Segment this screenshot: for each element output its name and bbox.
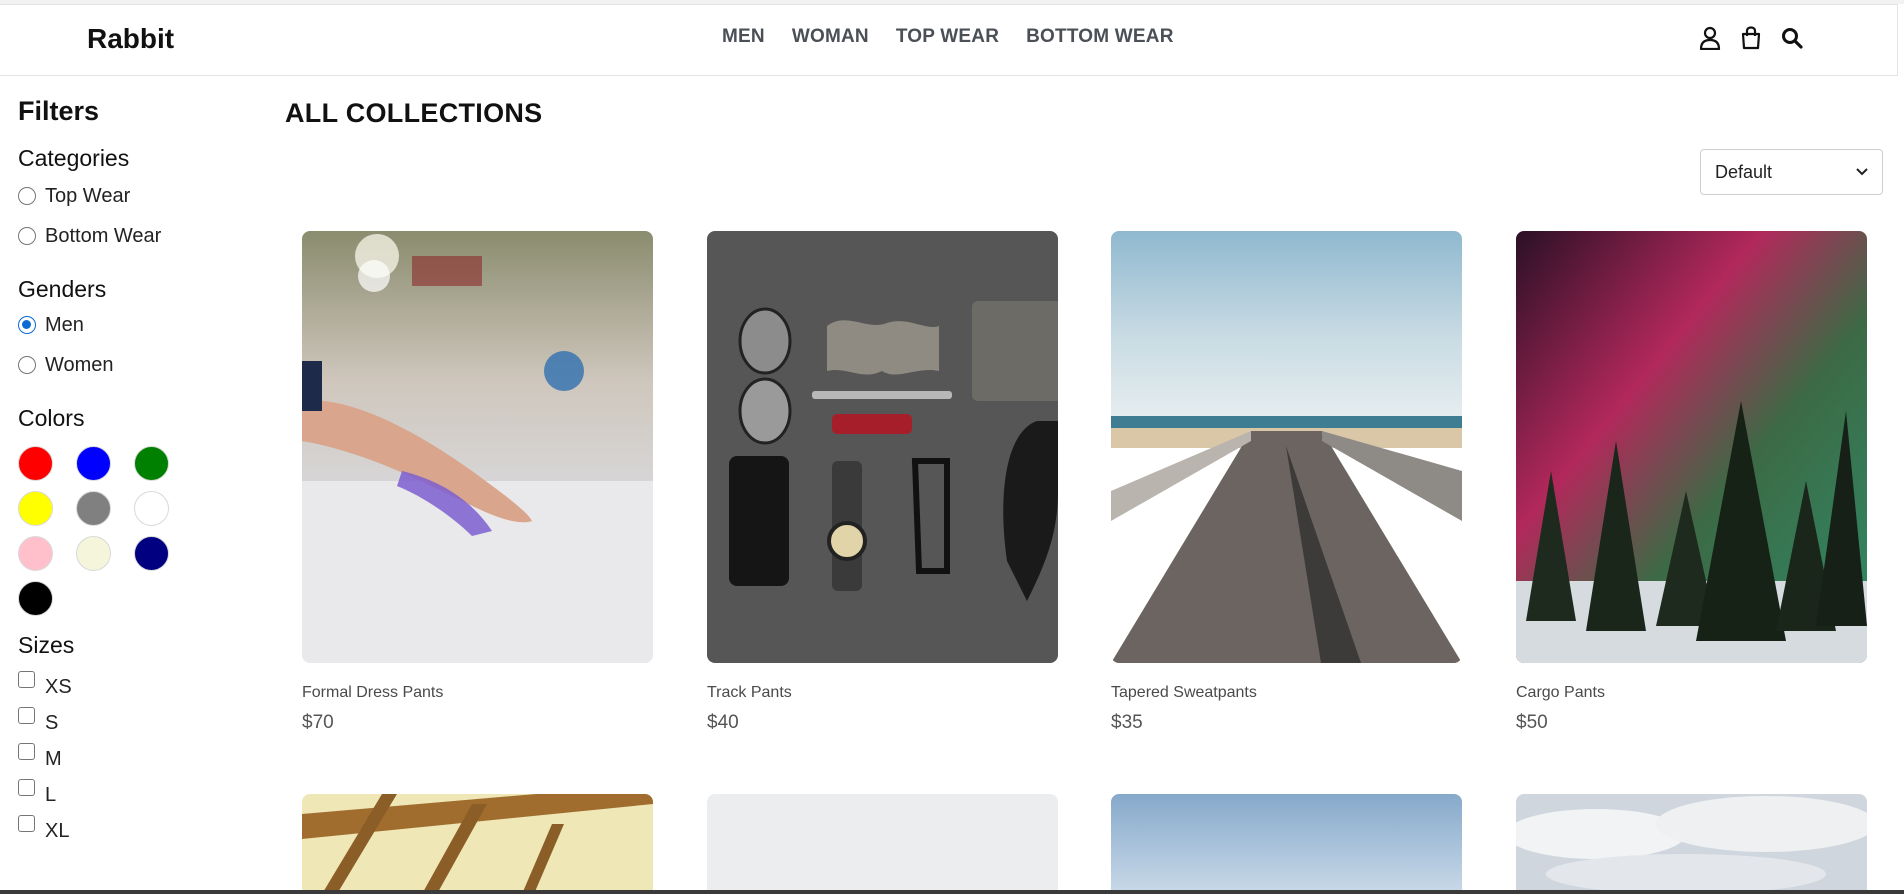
genders-title: Genders [18, 276, 107, 302]
chevron-down-icon [1856, 168, 1868, 176]
radio-icon[interactable] [18, 227, 36, 245]
filters-title: Filters [18, 96, 100, 126]
product-card[interactable]: Formal Dress Pants $70 [302, 231, 653, 734]
filters-sidebar: Filters Categories Top Wear Bottom Wear … [18, 96, 248, 849]
size-option-xl[interactable]: XL [18, 813, 248, 849]
product-image[interactable] [1111, 231, 1462, 663]
categories-title: Categories [18, 145, 130, 171]
checkbox-icon[interactable] [18, 671, 35, 688]
color-swatch-yellow[interactable] [18, 491, 53, 526]
search-icon[interactable] [1780, 25, 1804, 51]
product-name[interactable]: Formal Dress Pants [302, 684, 653, 702]
bag-icon[interactable] [1739, 25, 1763, 51]
nav-woman[interactable]: WOMAN [792, 26, 869, 48]
checkbox-icon[interactable] [18, 779, 35, 796]
nav-men[interactable]: MEN [722, 26, 765, 48]
nav-top-wear[interactable]: TOP WEAR [896, 26, 999, 48]
product-image[interactable] [1516, 794, 1867, 894]
sort-selected-label: Default [1715, 161, 1773, 182]
size-option-m[interactable]: M [18, 741, 248, 777]
product-name[interactable]: Track Pants [707, 684, 1058, 702]
sort-select[interactable]: Default [1700, 149, 1883, 195]
color-swatch-navy[interactable] [134, 536, 169, 571]
category-option-bottom-wear[interactable]: Bottom Wear [18, 216, 248, 256]
product-image[interactable] [302, 794, 653, 894]
colors-title: Colors [18, 405, 85, 431]
gender-option-women[interactable]: Women [18, 345, 248, 385]
radio-icon[interactable] [18, 187, 36, 205]
header-actions [1698, 25, 1804, 51]
product-image[interactable] [707, 794, 1058, 894]
user-icon[interactable] [1698, 25, 1722, 51]
product-image[interactable] [302, 231, 653, 663]
page-title: ALL COLLECTIONS [285, 98, 543, 128]
product-price: $35 [1111, 712, 1143, 733]
product-name[interactable]: Tapered Sweatpants [1111, 684, 1462, 702]
size-option-xs[interactable]: XS [18, 669, 248, 705]
color-swatch-beige[interactable] [76, 536, 111, 571]
color-swatch-pink[interactable] [18, 536, 53, 571]
checkbox-icon[interactable] [18, 707, 35, 724]
sizes-title: Sizes [18, 632, 75, 658]
checkbox-icon[interactable] [18, 815, 35, 832]
site-logo[interactable]: Rabbit [87, 23, 174, 55]
product-image[interactable] [707, 231, 1058, 663]
product-name[interactable]: Cargo Pants [1516, 684, 1867, 702]
radio-icon[interactable] [18, 356, 36, 374]
product-image[interactable] [1111, 794, 1462, 894]
gender-option-men[interactable]: Men [18, 305, 248, 345]
product-price: $70 [302, 712, 334, 733]
color-swatch-red[interactable] [18, 446, 53, 481]
radio-selected-icon[interactable] [18, 316, 36, 334]
color-swatch-gray[interactable] [76, 491, 111, 526]
main-nav: MEN WOMAN TOP WEAR BOTTOM WEAR [722, 26, 1174, 48]
product-card[interactable]: Track Pants $40 [707, 231, 1058, 734]
site-header: Rabbit MEN WOMAN TOP WEAR BOTTOM WEAR [0, 4, 1898, 76]
product-image[interactable] [1516, 231, 1867, 663]
color-swatch-blue[interactable] [76, 446, 111, 481]
size-option-l[interactable]: L [18, 777, 248, 813]
product-card[interactable]: Cargo Pants $50 [1516, 231, 1867, 734]
color-swatch-white[interactable] [134, 491, 169, 526]
category-option-top-wear[interactable]: Top Wear [18, 176, 248, 216]
product-card[interactable]: Tapered Sweatpants $35 [1111, 231, 1462, 734]
color-swatches [18, 446, 248, 616]
size-option-s[interactable]: S [18, 705, 248, 741]
color-swatch-black[interactable] [18, 581, 53, 616]
checkbox-icon[interactable] [18, 743, 35, 760]
product-price: $40 [707, 712, 739, 733]
color-swatch-green[interactable] [134, 446, 169, 481]
product-price: $50 [1516, 712, 1548, 733]
window-bottom-edge [0, 890, 1904, 894]
nav-bottom-wear[interactable]: BOTTOM WEAR [1026, 26, 1174, 48]
